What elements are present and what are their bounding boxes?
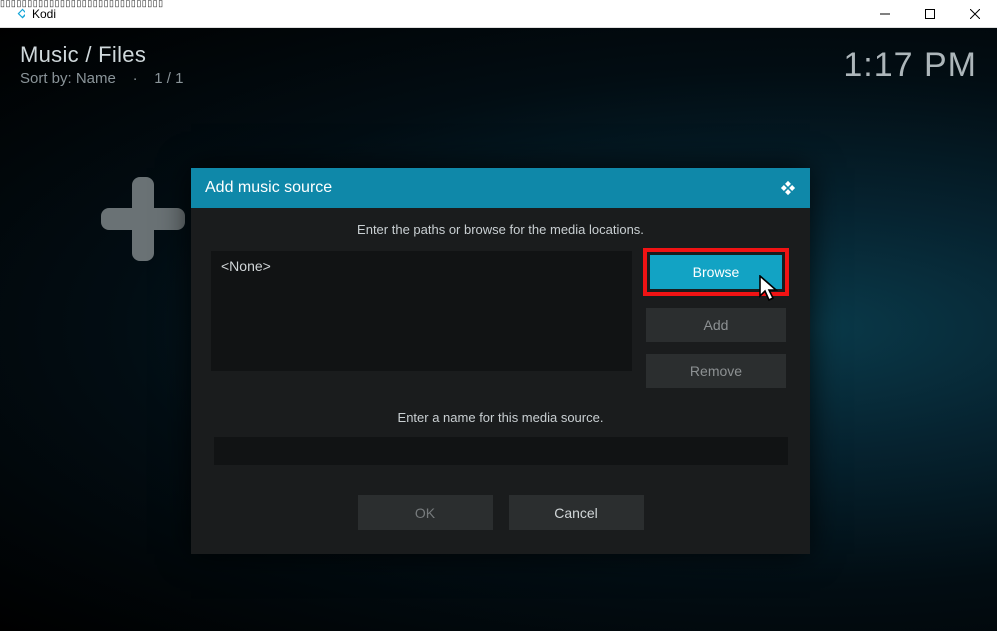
- minimize-button[interactable]: [862, 0, 907, 28]
- add-music-source-dialog: Add music source Enter the paths or brow…: [191, 168, 810, 554]
- sort-line: Sort by: Name · 1 / 1: [20, 70, 183, 87]
- dialog-title: Add music source: [205, 179, 332, 197]
- app-header: Music / Files Sort by: Name · 1 / 1: [20, 42, 183, 87]
- sort-label[interactable]: Sort by: Name: [20, 70, 116, 87]
- dialog-body: Enter the paths or browse for the media …: [191, 208, 810, 554]
- ok-button[interactable]: OK: [358, 495, 493, 530]
- browse-button[interactable]: Browse: [650, 255, 782, 289]
- path-item[interactable]: <None>: [211, 251, 632, 281]
- breadcrumb: Music / Files: [20, 42, 183, 68]
- close-button[interactable]: [952, 0, 997, 28]
- sort-separator: ·: [133, 70, 138, 87]
- source-name-input[interactable]: [214, 437, 788, 465]
- cancel-button[interactable]: Cancel: [509, 495, 644, 530]
- titlebar-ghost-text: ▯▯▯▯▯▯▯▯▯▯▯▯▯▯▯▯▯▯▯▯▯▯▯▯▯▯▯▯▯▯: [0, 0, 164, 7]
- window-controls: [862, 0, 997, 28]
- side-buttons: Browse Add Remove: [646, 251, 786, 388]
- page-counter: 1 / 1: [154, 70, 183, 87]
- maximize-button[interactable]: [907, 0, 952, 28]
- clock: 1:17 PM: [843, 46, 977, 85]
- add-source-plus-icon[interactable]: [96, 172, 190, 266]
- add-button[interactable]: Add: [646, 308, 786, 342]
- instruction-text: Enter the paths or browse for the media …: [211, 222, 790, 237]
- dialog-header: Add music source: [191, 168, 810, 208]
- path-list[interactable]: <None>: [211, 251, 632, 371]
- window-titlebar: ▯▯▯▯▯▯▯▯▯▯▯▯▯▯▯▯▯▯▯▯▯▯▯▯▯▯▯▯▯▯ Kodi: [0, 0, 997, 28]
- app-content: Music / Files Sort by: Name · 1 / 1 1:17…: [0, 28, 997, 631]
- browse-highlight-border: Browse: [643, 248, 789, 296]
- kodi-header-icon: [778, 178, 798, 198]
- dialog-footer: OK Cancel: [211, 495, 790, 530]
- name-instruction: Enter a name for this media source.: [211, 410, 790, 425]
- path-row: <None> Browse Add Remove: [211, 251, 790, 388]
- window-title: Kodi: [32, 7, 56, 21]
- remove-button[interactable]: Remove: [646, 354, 786, 388]
